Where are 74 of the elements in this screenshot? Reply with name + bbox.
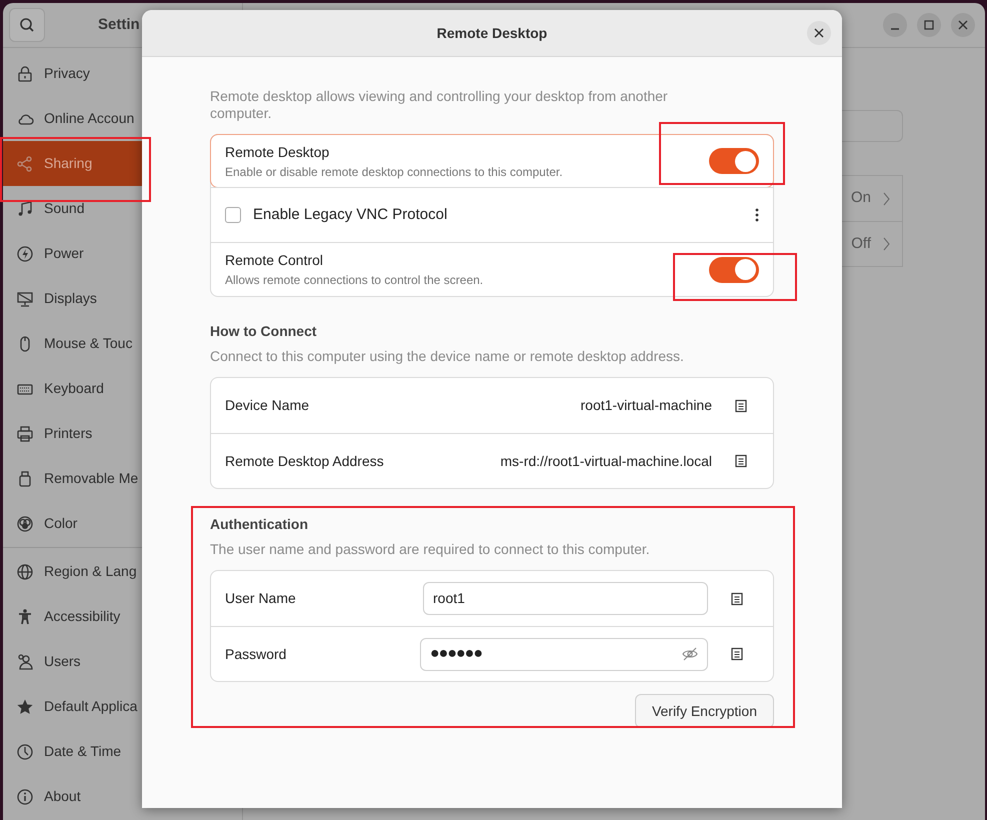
sidebar-item[interactable]: Date & Time <box>3 729 142 774</box>
sidebar-item[interactable]: Privacy <box>3 51 142 96</box>
search-icon <box>19 17 35 33</box>
description-text: Remote desktop allows viewing and controlling your desktop from another computer. <box>210 88 669 122</box>
copy-icon[interactable] <box>730 592 744 606</box>
lock-icon <box>16 64 34 82</box>
toggle-switch[interactable] <box>709 256 759 282</box>
monitor-icon <box>16 290 34 308</box>
close-button[interactable] <box>951 13 975 37</box>
row-label: Device Name <box>225 396 310 415</box>
sidebar-item[interactable]: Displays <box>3 276 142 321</box>
hidden-eye-icon[interactable] <box>682 647 698 661</box>
close-icon <box>814 28 824 38</box>
sidebar-item[interactable]: Power <box>3 231 142 276</box>
star-icon <box>16 698 34 716</box>
sidebar-item[interactable]: Users <box>3 639 142 684</box>
section-heading: Authentication <box>210 515 309 534</box>
copy-icon[interactable] <box>730 647 744 661</box>
copy-icon[interactable] <box>734 398 748 412</box>
minimize-icon <box>890 28 900 30</box>
music-note-icon <box>16 200 34 218</box>
row-value: Off <box>851 234 871 254</box>
sidebar-item[interactable]: About <box>3 774 142 819</box>
sidebar-item[interactable]: Default Applica <box>3 684 142 729</box>
row-subtitle: Enable or disable remote desktop connections to this computer. <box>225 164 563 180</box>
field-label: Password <box>225 644 288 664</box>
row-subtitle: Allows remote connections to control the screen. <box>225 272 484 289</box>
printer-icon <box>16 424 34 442</box>
section-heading: How to Connect <box>210 322 318 341</box>
row-value: root1-virtual-machine <box>580 396 712 415</box>
sidebar-item[interactable]: Printers <box>3 411 142 456</box>
chevron-right-icon <box>883 192 890 206</box>
sidebar-item[interactable]: Region & Lang <box>3 549 142 594</box>
section-subtitle: The user name and password are required to connect to this computer. <box>210 540 651 559</box>
close-icon <box>958 20 968 30</box>
lightning-icon <box>16 244 34 262</box>
users-icon <box>16 652 34 670</box>
row-value: On <box>850 188 871 208</box>
sidebar-item[interactable]: Sound <box>3 186 142 231</box>
row-title: Remote Desktop <box>225 142 330 162</box>
sidebar-item[interactable]: Sharing <box>3 141 142 186</box>
close-button[interactable] <box>807 21 831 45</box>
sidebar-item[interactable]: Removable Me <box>3 456 142 501</box>
person-icon <box>16 608 34 626</box>
chevron-right-icon <box>883 237 890 251</box>
sidebar-item[interactable]: Color <box>3 501 142 546</box>
maximize-icon <box>924 20 934 30</box>
section-subtitle: Connect to this computer using the device name or remote desktop address. <box>210 347 685 366</box>
sidebar-item[interactable]: Online Accoun <box>3 96 142 141</box>
field-label: User Name <box>225 589 297 608</box>
minimize-button[interactable] <box>883 13 907 37</box>
sidebar-item[interactable]: Mouse & Touc <box>3 321 142 366</box>
row-value: ms-rd://root1-virtual-machine.local <box>500 452 712 470</box>
search-button[interactable] <box>9 8 45 42</box>
checkbox-label: Enable Legacy VNC Protocol <box>253 204 448 225</box>
globe-icon <box>16 562 34 580</box>
verify-encryption-button[interactable]: Verify Encryption <box>634 694 774 728</box>
toggle-switch[interactable] <box>709 148 759 174</box>
window-title: Settin <box>98 14 140 35</box>
clock-icon <box>16 742 34 760</box>
checkbox[interactable] <box>225 207 241 223</box>
share-icon <box>16 154 34 172</box>
info-icon <box>16 788 34 806</box>
maximize-button[interactable] <box>917 13 941 37</box>
row-title: Remote Control <box>225 251 324 270</box>
row-label: Remote Desktop Address <box>225 452 385 471</box>
color-circles-icon <box>16 514 34 532</box>
sidebar-item[interactable]: Keyboard <box>3 366 142 411</box>
sidebar-item[interactable]: Accessibility <box>3 594 142 639</box>
copy-icon[interactable] <box>734 454 748 468</box>
user-name-field[interactable]: root1 <box>423 582 708 615</box>
more-options-icon[interactable] <box>755 208 759 222</box>
dialog-title: Remote Desktop <box>436 24 548 43</box>
password-field[interactable]: ●●●●●● <box>420 638 708 670</box>
